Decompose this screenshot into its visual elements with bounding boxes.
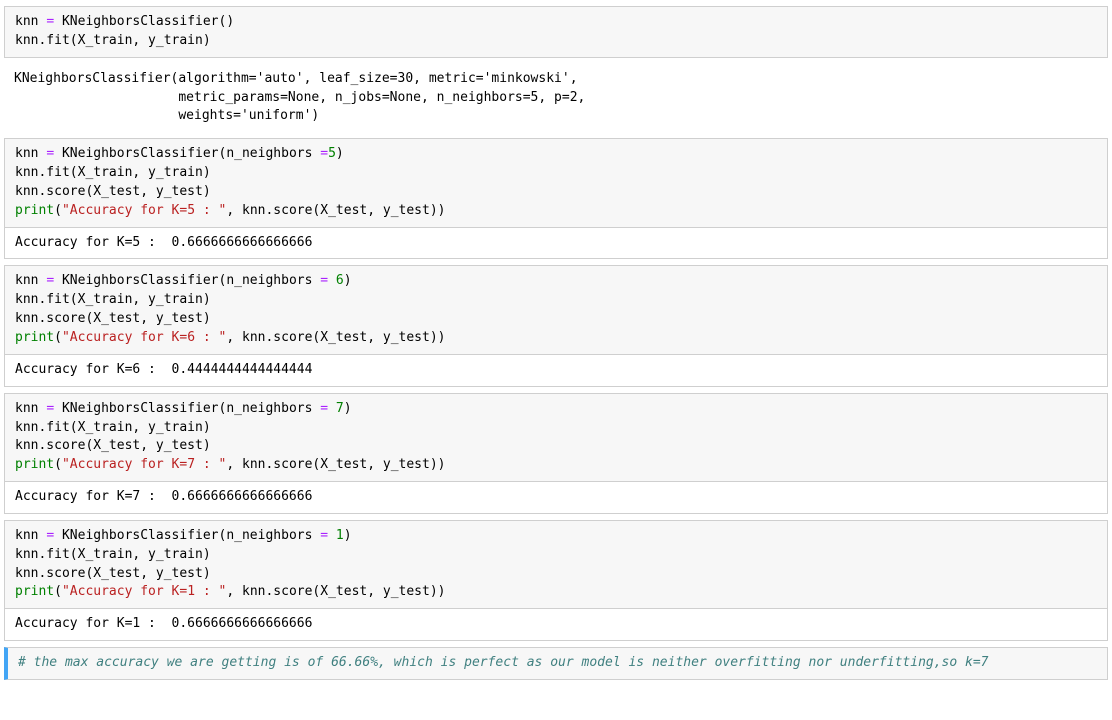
output-text: Accuracy for K=6 : 0.4444444444444444 bbox=[5, 355, 1107, 386]
code-cell-k7[interactable]: knn = KNeighborsClassifier(n_neighbors =… bbox=[4, 393, 1108, 514]
code-input[interactable]: # the max accuracy we are getting is of … bbox=[8, 648, 1107, 679]
output-text: KNeighborsClassifier(algorithm='auto', l… bbox=[4, 64, 1108, 133]
code-cell-k5[interactable]: knn = KNeighborsClassifier(n_neighbors =… bbox=[4, 138, 1108, 259]
code-text: knn = KNeighborsClassifier() knn.fit(X_t… bbox=[5, 7, 1107, 57]
code-cell-k1[interactable]: knn = KNeighborsClassifier(n_neighbors =… bbox=[4, 520, 1108, 641]
code-cell-k6[interactable]: knn = KNeighborsClassifier(n_neighbors =… bbox=[4, 265, 1108, 386]
code-text: knn = KNeighborsClassifier(n_neighbors =… bbox=[5, 521, 1107, 608]
output-text: Accuracy for K=5 : 0.6666666666666666 bbox=[5, 228, 1107, 259]
code-text: knn = KNeighborsClassifier(n_neighbors =… bbox=[5, 139, 1107, 226]
code-output: Accuracy for K=7 : 0.6666666666666666 bbox=[5, 482, 1107, 513]
output-text: Accuracy for K=7 : 0.6666666666666666 bbox=[5, 482, 1107, 513]
code-input[interactable]: knn = KNeighborsClassifier(n_neighbors =… bbox=[5, 139, 1107, 227]
code-cell-comment[interactable]: # the max accuracy we are getting is of … bbox=[4, 647, 1108, 680]
code-cell-0[interactable]: knn = KNeighborsClassifier() knn.fit(X_t… bbox=[4, 6, 1108, 58]
code-text: # the max accuracy we are getting is of … bbox=[8, 648, 1107, 679]
code-output: Accuracy for K=6 : 0.4444444444444444 bbox=[5, 355, 1107, 386]
code-input[interactable]: knn = KNeighborsClassifier() knn.fit(X_t… bbox=[5, 7, 1107, 57]
code-output: Accuracy for K=1 : 0.6666666666666666 bbox=[5, 609, 1107, 640]
code-input[interactable]: knn = KNeighborsClassifier(n_neighbors =… bbox=[5, 394, 1107, 482]
output-text: Accuracy for K=1 : 0.6666666666666666 bbox=[5, 609, 1107, 640]
code-text: knn = KNeighborsClassifier(n_neighbors =… bbox=[5, 394, 1107, 481]
code-output: Accuracy for K=5 : 0.6666666666666666 bbox=[5, 228, 1107, 259]
code-input[interactable]: knn = KNeighborsClassifier(n_neighbors =… bbox=[5, 521, 1107, 609]
code-text: knn = KNeighborsClassifier(n_neighbors =… bbox=[5, 266, 1107, 353]
code-input[interactable]: knn = KNeighborsClassifier(n_neighbors =… bbox=[5, 266, 1107, 354]
output-cell-repr: KNeighborsClassifier(algorithm='auto', l… bbox=[4, 64, 1108, 133]
